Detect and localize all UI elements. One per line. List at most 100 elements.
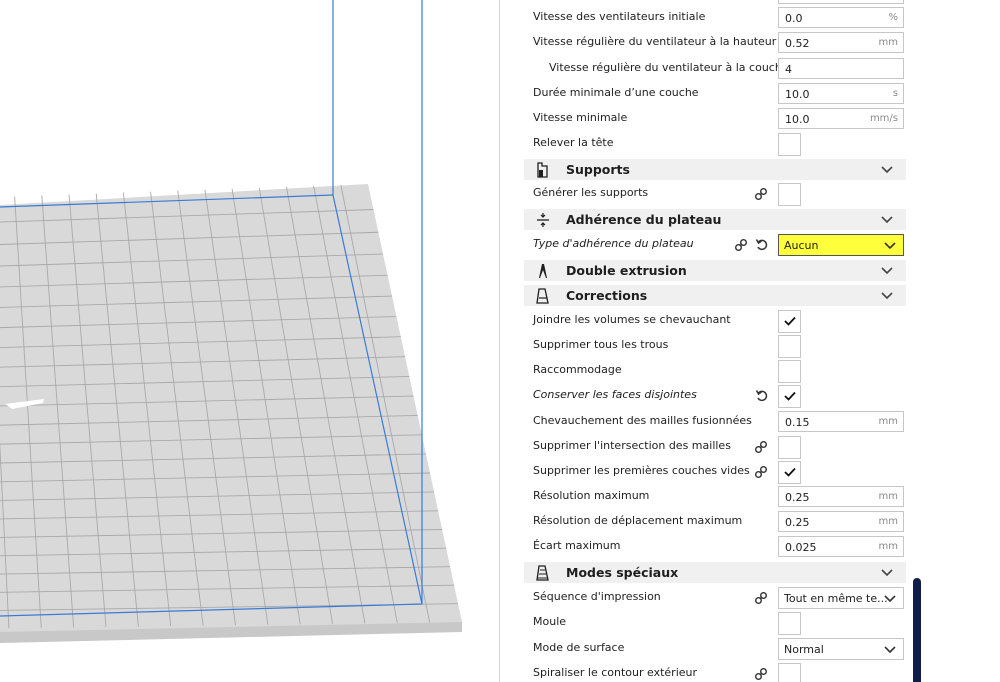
build-plate-view — [0, 0, 462, 643]
setting-label: Joindre les volumes se chevauchant — [533, 313, 731, 326]
setting-row-mold: Moule — [524, 611, 914, 636]
select-value: Aucun — [784, 239, 819, 252]
category-label: Supports — [566, 162, 630, 177]
union-overlap-checkbox[interactable] — [778, 310, 801, 333]
field-value: 0.025 — [785, 541, 817, 554]
keep-open-faces-checkbox[interactable] — [778, 385, 801, 408]
setting-label: Vitesse régulière du ventilateur à la co… — [549, 61, 789, 74]
setting-row-remove-holes: Supprimer tous les trous — [524, 334, 914, 359]
special-modes-icon — [536, 565, 549, 581]
setting-label: Chevauchement des mailles fusionnées — [533, 414, 752, 427]
category-label: Corrections — [566, 288, 648, 303]
setting-label: Supprimer tous les trous — [533, 338, 669, 351]
setting-row-remove-intersection: Supprimer l'intersection des mailles — [524, 435, 914, 460]
link-icon[interactable] — [754, 465, 768, 479]
setting-label: Raccommodage — [533, 363, 622, 376]
print-settings-panel: Vitesse des ventilateurs initiale 0.0 % … — [500, 0, 1000, 682]
setting-row-remove-empty-first-layers: Supprimer les premières couches vides — [524, 460, 914, 485]
setting-row-lift-head: Relever la tête — [524, 132, 914, 157]
setting-label: Séquence d'impression — [533, 590, 661, 603]
chevron-down-icon — [881, 166, 893, 174]
link-icon[interactable] — [754, 440, 768, 454]
link-icon[interactable] — [754, 591, 768, 605]
stitching-checkbox[interactable] — [778, 360, 801, 383]
select-value: Tout en même te... — [784, 592, 888, 605]
max-deviation-input[interactable]: 0.025 mm — [778, 536, 904, 557]
setting-row-fan-regular-layer: Vitesse régulière du ventilateur à la co… — [524, 57, 914, 82]
category-adhesion[interactable]: Adhérence du plateau — [524, 209, 906, 230]
3d-viewport[interactable] — [0, 0, 500, 682]
setting-label: Supprimer les premières couches vides — [533, 464, 750, 477]
fan-regular-height-input[interactable]: 0.52 mm — [778, 32, 904, 53]
partial-field[interactable] — [778, 0, 904, 4]
field-value: 0.15 — [785, 416, 810, 429]
setting-label: Spiraliser le contour extérieur — [533, 666, 698, 679]
category-supports[interactable]: Supports — [524, 159, 906, 180]
link-icon[interactable] — [754, 667, 768, 681]
reset-icon[interactable] — [755, 389, 769, 403]
chevron-down-icon — [884, 242, 896, 250]
setting-row-keep-open-faces: Conserver les faces disjointes — [524, 384, 914, 409]
chevron-down-icon — [881, 267, 893, 275]
category-special-modes[interactable]: Modes spéciaux — [524, 562, 906, 583]
fan-initial-input[interactable]: 0.0 % — [778, 7, 904, 28]
setting-row-union-overlap: Joindre les volumes se chevauchant — [524, 309, 914, 334]
setting-label: Relever la tête — [533, 136, 614, 149]
generate-supports-checkbox[interactable] — [778, 183, 801, 206]
remove-holes-checkbox[interactable] — [778, 335, 801, 358]
setting-row-fan-initial: Vitesse des ventilateurs initiale 0.0 % — [524, 6, 914, 31]
setting-row-spiralize: Spiraliser le contour extérieur — [524, 662, 914, 682]
setting-label: Mode de surface — [533, 641, 625, 654]
setting-label: Résolution maximum — [533, 489, 650, 502]
link-icon[interactable] — [734, 238, 748, 252]
setting-row-generate-supports: Générer les supports — [524, 182, 914, 207]
setting-row-overlap-merged: Chevauchement des mailles fusionnées 0.1… — [524, 410, 914, 435]
fan-regular-layer-input[interactable]: 4 — [778, 58, 904, 79]
min-speed-input[interactable]: 10.0 mm/s — [778, 108, 904, 129]
max-resolution-input[interactable]: 0.25 mm — [778, 486, 904, 507]
field-unit: s — [892, 88, 898, 99]
dual-extrusion-icon — [539, 264, 547, 278]
remove-intersection-checkbox[interactable] — [778, 436, 801, 459]
link-icon[interactable] — [754, 187, 768, 201]
overlap-merged-input[interactable]: 0.15 mm — [778, 411, 904, 432]
reset-icon[interactable] — [755, 238, 769, 252]
setting-label: Résolution de déplacement maximum — [533, 514, 743, 527]
field-value: 10.0 — [785, 88, 810, 101]
adhesion-icon — [537, 213, 549, 227]
setting-row-adhesion-type: Type d'adhérence du plateau Aucun — [524, 233, 914, 258]
adhesion-type-select[interactable]: Aucun — [778, 234, 904, 256]
setting-label: Moule — [533, 615, 567, 628]
spiralize-checkbox[interactable] — [778, 663, 801, 682]
category-label: Modes spéciaux — [566, 565, 679, 580]
chevron-down-icon — [884, 646, 896, 654]
field-value: 4 — [785, 63, 792, 76]
category-dual-extrusion[interactable]: Double extrusion — [524, 260, 906, 281]
remove-empty-first-layers-checkbox[interactable] — [778, 461, 801, 484]
setting-label: Vitesse régulière du ventilateur à la ha… — [533, 35, 777, 48]
field-unit: mm/s — [869, 113, 898, 124]
checkmark-icon — [784, 467, 796, 477]
setting-label: Écart maximum — [533, 539, 621, 552]
checkmark-icon — [784, 391, 796, 401]
setting-label: Vitesse des ventilateurs initiale — [533, 10, 706, 23]
min-layer-time-input[interactable]: 10.0 s — [778, 83, 904, 104]
print-sequence-select[interactable]: Tout en même te... — [778, 587, 904, 609]
max-travel-resolution-input[interactable]: 0.25 mm — [778, 511, 904, 532]
setting-row-max-travel-resolution: Résolution de déplacement maximum 0.25 m… — [524, 510, 914, 535]
setting-label: Durée minimale d’une couche — [533, 86, 699, 99]
field-value: 0.25 — [785, 491, 810, 504]
field-unit: % — [888, 12, 898, 23]
category-corrections[interactable]: Corrections — [524, 285, 906, 306]
checkmark-icon — [784, 316, 796, 326]
mold-checkbox[interactable] — [778, 612, 801, 635]
setting-label: Vitesse minimale — [533, 111, 628, 124]
settings-scrollbar[interactable] — [913, 578, 921, 682]
field-unit: mm — [878, 491, 898, 502]
chevron-down-icon — [881, 569, 893, 577]
setting-label: Conserver les faces disjointes — [533, 388, 697, 401]
setting-label: Type d'adhérence du plateau — [533, 237, 694, 250]
field-unit: mm — [878, 541, 898, 552]
lift-head-checkbox[interactable] — [778, 133, 801, 156]
surface-mode-select[interactable]: Normal — [778, 638, 904, 660]
